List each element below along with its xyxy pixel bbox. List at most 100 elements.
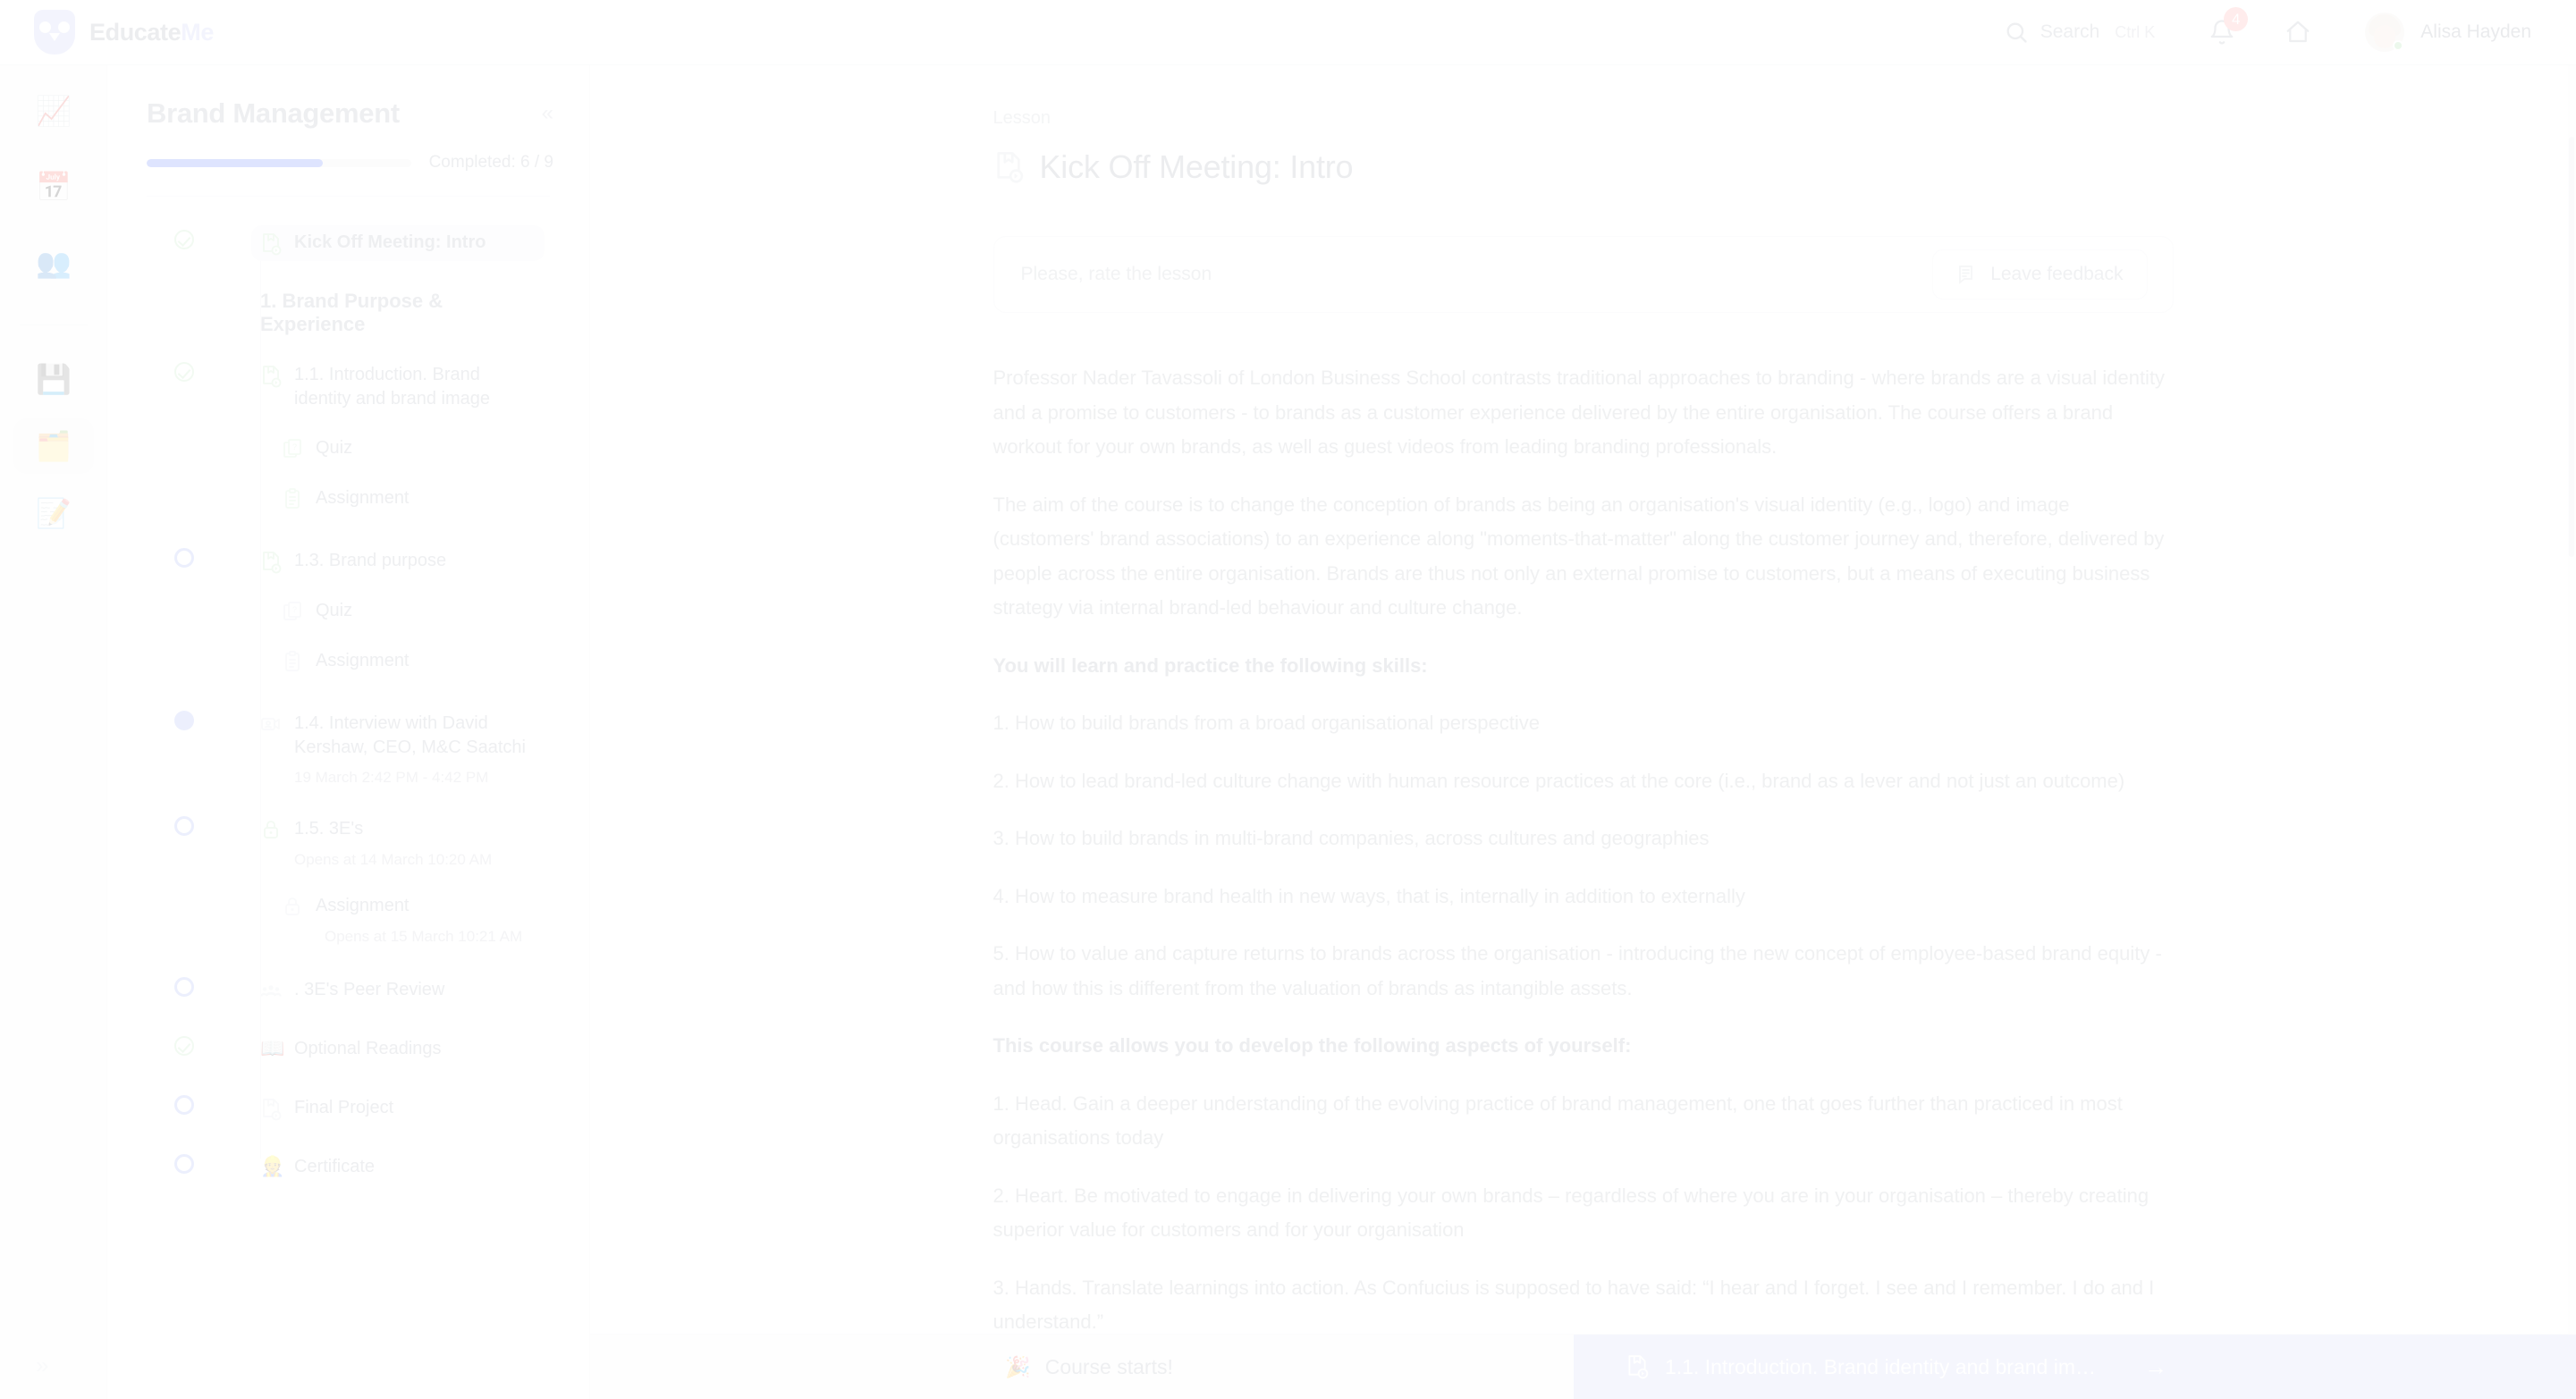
rail-item-saved[interactable]: 💾 <box>13 351 94 407</box>
outline-item-label: Quiz <box>316 438 353 458</box>
next-lesson-button[interactable]: 1.1. Introduction. Brand identity and br… <box>1573 1334 2576 1399</box>
rail-item-courses[interactable]: 🗂️ <box>13 418 94 474</box>
progress-label: Completed: 6 / 9 <box>428 153 553 172</box>
outline-item-assignment-1[interactable]: Assignment <box>107 481 589 517</box>
lock-icon <box>282 896 303 919</box>
status-open-icon <box>173 977 194 997</box>
marker-col <box>107 544 260 568</box>
outline-item-certificate[interactable]: 👷 Certificate <box>107 1150 589 1185</box>
quiz-icon: ? <box>282 601 303 624</box>
outline-item-assignment-locked[interactable]: Assignment Opens at 15 March 10:21 AM <box>107 889 589 946</box>
peer-review-icon <box>260 980 282 1003</box>
outline-item-label: Assignment <box>316 488 410 508</box>
outline-item-kick-off[interactable]: Kick Off Meeting: Intro <box>107 225 589 261</box>
outline-item-optional-readings[interactable]: 📖 Optional Readings <box>107 1032 589 1067</box>
progress-track <box>147 158 411 167</box>
home-button[interactable] <box>2285 19 2311 46</box>
marker-col <box>107 290 260 314</box>
marker-col <box>107 1091 260 1115</box>
user-menu[interactable]: Alisa Hayden <box>2365 13 2531 52</box>
leave-feedback-label: Leave feedback <box>1990 264 2124 284</box>
svg-text:?: ? <box>292 605 297 614</box>
lesson-paragraph: The aim of the course is to change the c… <box>992 493 2165 619</box>
status-done-icon <box>173 1036 194 1056</box>
lesson-footer: 🎉 Course starts! 1.1. Introduction. Bran… <box>590 1334 2576 1399</box>
avatar <box>2365 13 2405 52</box>
lesson-video-icon <box>260 365 282 388</box>
lesson-skill-item: 5. How to value and capture returns to b… <box>992 942 2162 999</box>
status-current-icon <box>173 711 194 730</box>
marker-col <box>107 889 260 913</box>
marker-col <box>107 225 260 249</box>
outline-item-1-4[interactable]: 1.4. Interview with David Kershaw, CEO, … <box>107 706 589 787</box>
assignment-icon <box>282 488 303 511</box>
rate-prompt: Please, rate the lesson <box>1020 264 1212 284</box>
breadcrumb: Lesson <box>992 108 1052 128</box>
outline-item-label: 1.1. Introduction. Brand identity and br… <box>294 365 491 409</box>
outline-item-1-5[interactable]: 1.5. 3E's Opens at 14 March 10:20 AM <box>107 812 589 869</box>
outline-item-label: Optional Readings <box>294 1039 442 1058</box>
lesson-content: Lesson Kick Off Meeting: Intro Please, r… <box>590 65 2576 1399</box>
lesson-skill-item: 3. How to build brands in multi-brand co… <box>992 827 1710 849</box>
outline-item-opens-at: Opens at 14 March 10:20 AM <box>294 851 493 868</box>
leave-feedback-button[interactable]: Leave feedback <box>1932 249 2148 299</box>
outline-item-quiz-2[interactable]: ? Quiz <box>107 594 589 629</box>
outline-item-assignment-2[interactable]: Assignment <box>107 644 589 679</box>
lesson-aspect-item: 1. Head. Gain a deeper understanding of … <box>992 1091 2123 1150</box>
notifications-button[interactable]: 4 <box>2209 7 2249 46</box>
status-done-icon <box>173 230 194 249</box>
outline-item-1-3[interactable]: 1.3. Brand purpose <box>107 544 589 579</box>
lesson-skill-item: 4. How to measure brand health in new wa… <box>992 884 1745 907</box>
lesson-video-icon <box>260 1098 282 1121</box>
open-book-icon: 📖 <box>260 1037 285 1059</box>
outline-item-quiz-1[interactable]: ? Quiz <box>107 431 589 467</box>
assignment-icon <box>282 651 303 674</box>
brand-name-second: Me <box>181 18 214 46</box>
left-icon-rail: 📈 📅 👥 💾 🗂️ 📝 » <box>0 65 107 1399</box>
search-button[interactable]: Search Ctrl K <box>2004 20 2155 45</box>
rail-item-people[interactable]: 👥 <box>13 235 94 291</box>
course-progress: Completed: 6 / 9 <box>107 130 589 173</box>
outline-item-label: Assignment <box>316 896 410 915</box>
header-actions: Search Ctrl K 4 Alisa Hayden <box>2004 7 2531 52</box>
outline-section-label: 1. Brand Purpose & Experience <box>260 290 443 335</box>
home-icon <box>2285 19 2311 46</box>
marker-col <box>107 594 260 618</box>
marker-col <box>107 812 260 836</box>
outline-item-final-project[interactable]: Final Project <box>107 1091 589 1126</box>
status-open-icon <box>173 548 194 568</box>
brand-name: EducateMe <box>89 19 214 46</box>
lesson-skill-item: 1. How to build brands from a broad orga… <box>992 712 1540 734</box>
arrow-right-icon: → <box>2144 1353 2167 1380</box>
scrollbar-track[interactable] <box>2568 65 2576 1399</box>
outline-item-label: . 3E's Peer Review <box>294 980 445 999</box>
brand-logo[interactable]: EducateMe <box>34 10 470 55</box>
outline-item-label: Certificate <box>294 1157 376 1176</box>
status-open-icon <box>173 1154 194 1174</box>
rail-item-calendar[interactable]: 📅 <box>13 159 94 215</box>
scrollbar-thumb[interactable] <box>2569 137 2574 557</box>
search-icon <box>2004 20 2029 45</box>
next-lesson-label: 1.1. Introduction. Brand identity and br… <box>1664 1354 2096 1378</box>
quiz-icon: ? <box>282 438 303 461</box>
lesson-body: Professor Nader Tavassoli of London Busi… <box>993 361 2174 1340</box>
course-outline: Kick Off Meeting: Intro 1. Brand Purpose… <box>107 197 589 1185</box>
lesson-video-icon <box>260 551 282 574</box>
owl-logo-icon <box>34 10 75 55</box>
collapse-sidebar-button[interactable]: « <box>542 101 553 126</box>
outline-item-peer-review[interactable]: . 3E's Peer Review <box>107 973 589 1008</box>
outline-item-1-1[interactable]: 1.1. Introduction. Brand identity and br… <box>107 358 589 417</box>
outline-item-label: Assignment <box>316 651 410 670</box>
rail-item-analytics[interactable]: 📈 <box>13 83 94 139</box>
notification-badge: 4 <box>2224 7 2249 31</box>
expand-rail-button[interactable]: » <box>36 1352 48 1379</box>
outline-item-schedule: 19 March 2:42 PM - 4:42 PM <box>294 769 489 786</box>
lesson-title: Kick Off Meeting: Intro <box>1039 148 1354 185</box>
status-done-icon <box>173 362 194 382</box>
card-index-dividers-icon: 🗂️ <box>36 430 72 462</box>
memo-icon: 📝 <box>36 497 72 529</box>
outline-section-1: 1. Brand Purpose & Experience <box>107 290 589 336</box>
lesson-paragraph: Professor Nader Tavassoli of London Busi… <box>992 367 2166 458</box>
rail-item-notes[interactable]: 📝 <box>13 485 94 541</box>
feedback-note-icon <box>1956 264 1978 285</box>
